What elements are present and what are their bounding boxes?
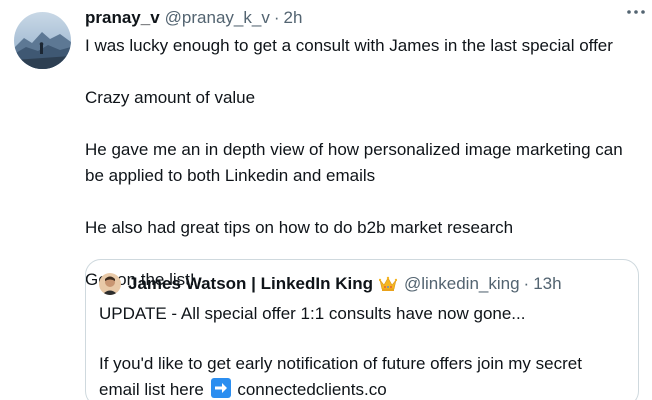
right-arrow-emoji (210, 378, 231, 398)
author-avatar[interactable] (14, 12, 71, 69)
separator-dot: · (273, 8, 280, 27)
tweet-text: I was lucky enough to get a consult with… (85, 33, 640, 293)
tweet-paragraph: I was lucky enough to get a consult with… (85, 36, 613, 55)
quoted-tweet-text: UPDATE - All special offer 1:1 consults … (99, 301, 626, 400)
quoted-tweet[interactable]: James Watson | LinkedIn King @linkedin_k… (85, 259, 639, 400)
quoted-author-name: James Watson | LinkedIn King (128, 274, 373, 293)
author-name[interactable]: pranay_v (85, 8, 160, 28)
tweet-header: pranay_v @pranay_k_v · 2h (85, 8, 640, 32)
more-horizontal-icon (627, 10, 645, 14)
tweet-paragraph: Crazy amount of value (85, 88, 256, 107)
crown-emoji (378, 276, 398, 292)
quoted-tweet-line: UPDATE - All special offer 1:1 consults … (99, 304, 526, 323)
tweet[interactable]: pranay_v @pranay_k_v · 2h I was lucky en… (0, 0, 652, 400)
tweet-content: pranay_v @pranay_k_v · 2h I was lucky en… (85, 8, 640, 293)
quoted-tweet-header: James Watson | LinkedIn King @linkedin_k… (99, 271, 626, 297)
separator-dot: · (523, 274, 530, 293)
quoted-tweet-line: If you'd like to get early notification … (99, 351, 626, 400)
author-handle[interactable]: @pranay_k_v (165, 8, 270, 28)
quoted-author-avatar (99, 273, 121, 295)
quoted-author-handle: @linkedin_king (404, 274, 520, 293)
quoted-tweet-time: 13h (533, 274, 562, 293)
tweet-paragraph: He gave me an in depth view of how perso… (85, 140, 623, 185)
quoted-tweet-link[interactable]: connectedclients.co (237, 380, 386, 399)
tweet-paragraph: He also had great tips on how to do b2b … (85, 218, 514, 237)
tweet-time[interactable]: 2h (284, 8, 303, 28)
more-options-button[interactable] (624, 4, 648, 20)
